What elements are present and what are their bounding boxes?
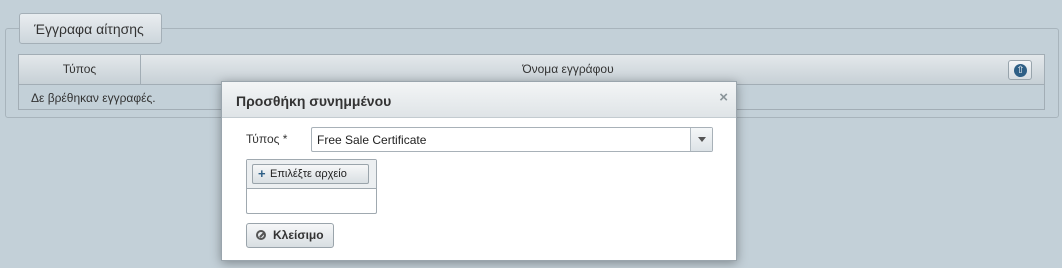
plus-icon: + (258, 166, 266, 181)
choose-file-label: Επιλέξτε αρχείο (270, 168, 347, 180)
close-icon[interactable]: × (719, 89, 728, 106)
type-select-value: Free Sale Certificate (317, 133, 427, 147)
column-header-type[interactable]: Τύπος (19, 55, 141, 84)
dialog-title: Προσθήκη συνημμένου (236, 93, 392, 109)
choose-file-button[interactable]: + Επιλέξτε αρχείο (252, 164, 369, 184)
type-select[interactable]: Free Sale Certificate (311, 127, 713, 152)
file-upload-toolbar: + Επιλέξτε αρχείο (247, 160, 376, 189)
upload-document-button[interactable]: ⇧ (1008, 60, 1032, 80)
dialog-header: Προσθήκη συνημμένου × (222, 82, 736, 118)
arrow-up-circle-icon: ⇧ (1014, 64, 1027, 77)
column-header-document-name[interactable]: Όνομα εγγράφου (141, 55, 995, 84)
type-field-label: Τύπος * (246, 132, 288, 146)
empty-table-message: Δε βρέθηκαν εγγραφές. (31, 91, 156, 105)
file-upload-box[interactable]: + Επιλέξτε αρχείο (246, 159, 377, 214)
fieldset-legend: Έγγραφα αίτησης (19, 13, 162, 44)
close-button[interactable]: Κλείσιμο (246, 223, 334, 248)
ban-icon (256, 230, 266, 240)
close-button-label: Κλείσιμο (273, 228, 324, 242)
add-attachment-dialog: Προσθήκη συνημμένου × Τύπος * Free Sale … (221, 81, 737, 261)
chevron-down-icon[interactable] (690, 128, 712, 151)
